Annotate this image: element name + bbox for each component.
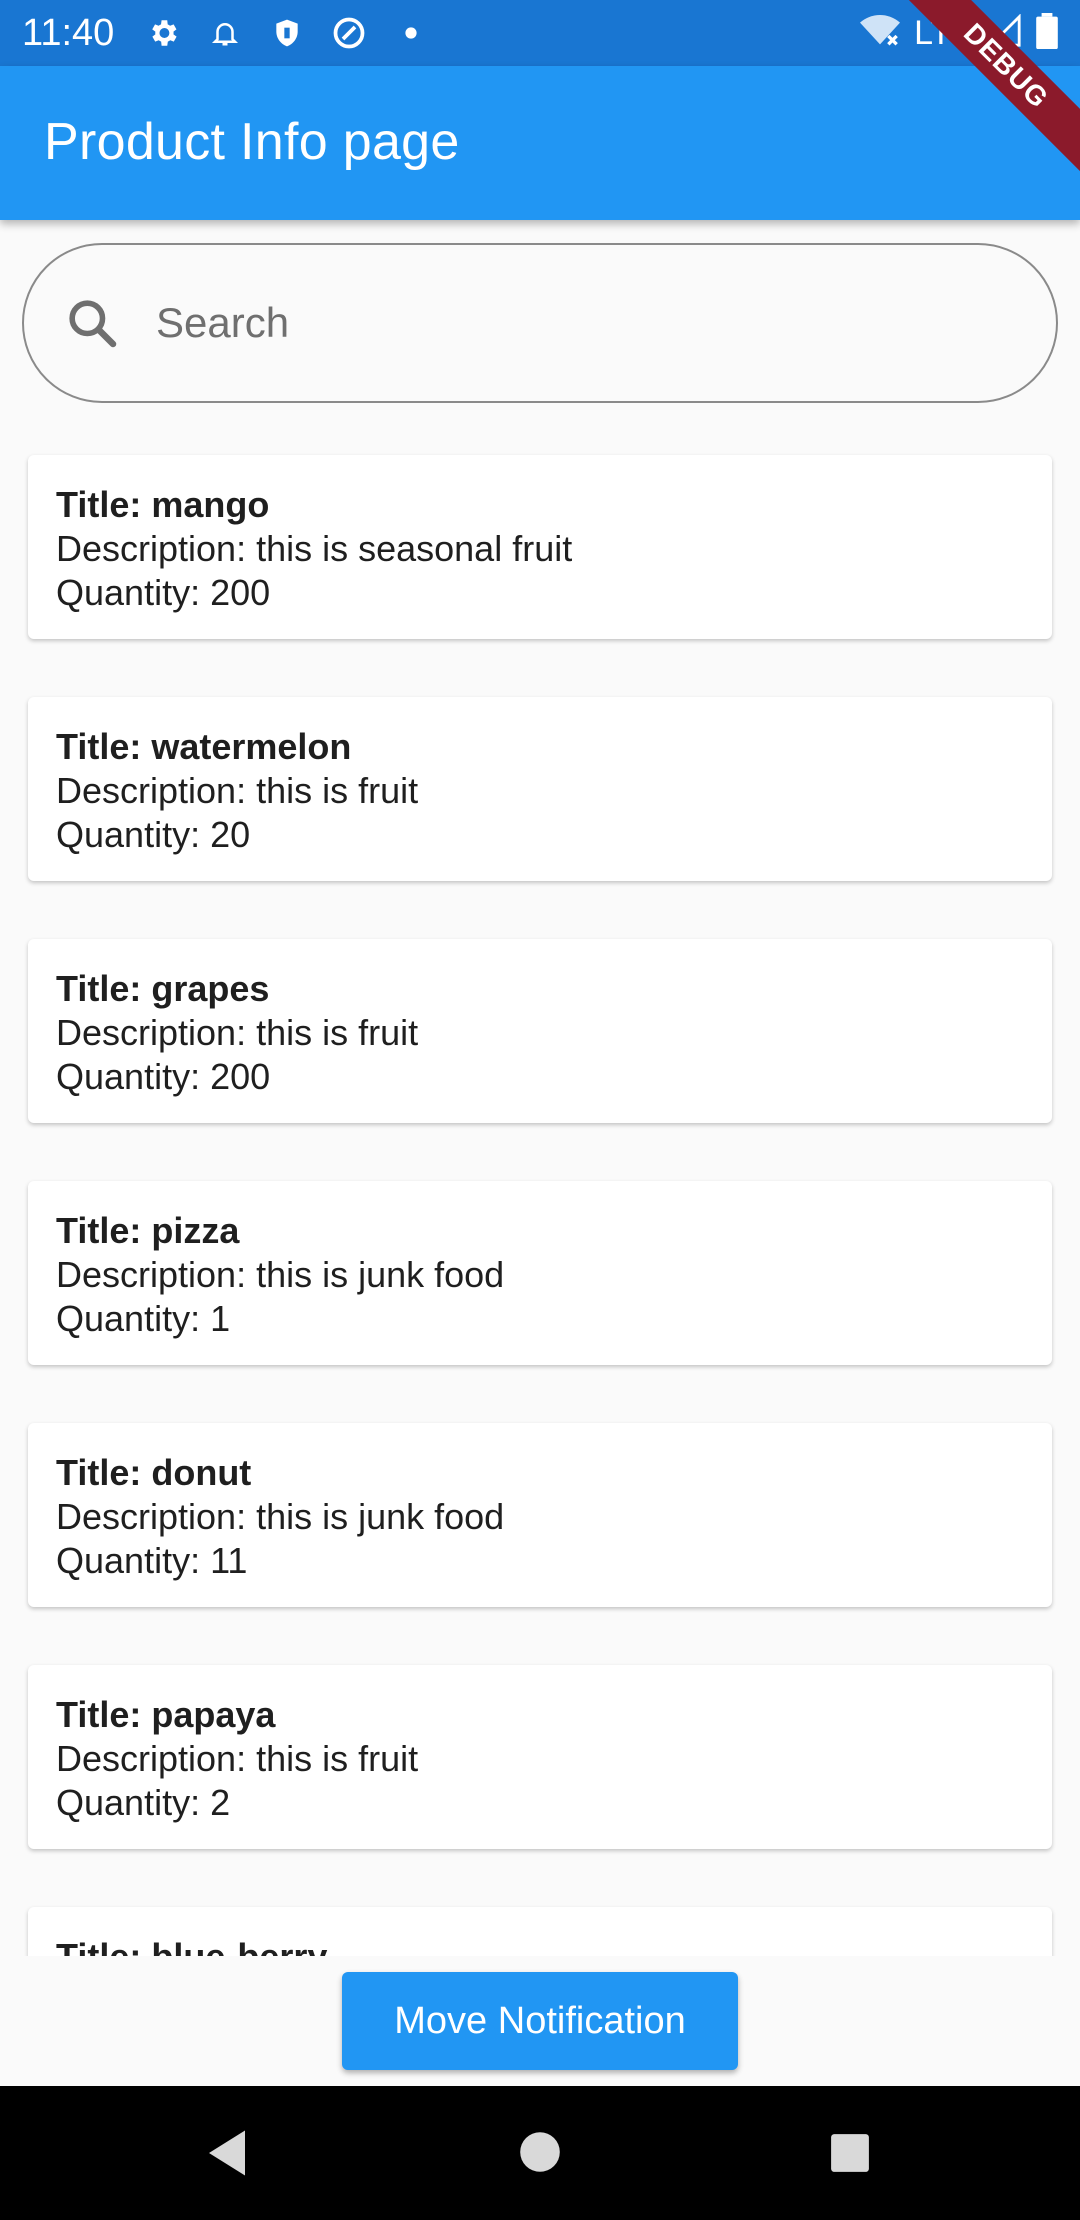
product-title: Title: watermelon	[56, 726, 352, 767]
product-description: Description: this is junk food	[56, 1254, 505, 1295]
product-quantity: Quantity: 20	[56, 814, 251, 855]
product-quantity: Quantity: 2	[56, 1782, 231, 1823]
vpn-icon	[330, 14, 368, 52]
product-quantity: Quantity: 11	[56, 1540, 248, 1581]
product-description: Description: this is fruit	[56, 1738, 419, 1779]
app-bar: Product Info page	[0, 66, 1080, 220]
recent-apps-icon[interactable]	[828, 2132, 872, 2179]
product-description: Description: this is fruit	[56, 770, 419, 811]
product-card[interactable]: Title: papaya Description: this is fruit…	[28, 1665, 1052, 1849]
product-title: Title: blue-berry	[56, 1935, 1024, 1956]
product-card[interactable]: Title: blue-berry	[28, 1907, 1052, 1956]
battery-icon	[1036, 12, 1058, 54]
notification-icon	[206, 14, 244, 52]
back-icon[interactable]	[204, 2126, 250, 2185]
product-title: Title: grapes	[56, 968, 270, 1009]
settings-icon	[144, 14, 182, 52]
product-card[interactable]: Title: mango Description: this is season…	[28, 455, 1052, 639]
product-quantity: Quantity: 200	[56, 572, 271, 613]
search-icon	[62, 293, 122, 353]
product-title: Title: mango	[56, 484, 270, 525]
product-card[interactable]: Title: donut Description: this is junk f…	[28, 1423, 1052, 1607]
product-card[interactable]: Title: pizza Description: this is junk f…	[28, 1181, 1052, 1365]
product-description: Description: this is seasonal fruit	[56, 528, 573, 569]
product-description: Description: this is fruit	[56, 1012, 419, 1053]
product-quantity: Quantity: 200	[56, 1056, 271, 1097]
wifi-icon	[860, 14, 901, 53]
page-title: Product Info page	[44, 113, 460, 171]
system-nav-bar	[0, 2086, 1080, 2220]
home-icon[interactable]	[518, 2130, 562, 2179]
product-card[interactable]: Title: watermelon Description: this is f…	[28, 697, 1052, 881]
move-notification-button[interactable]: Move Notification	[342, 1972, 738, 2070]
product-description: Description: this is junk food	[56, 1496, 505, 1537]
product-title: Title: pizza	[56, 1210, 240, 1251]
shield-icon	[268, 14, 306, 52]
status-time: 11:40	[22, 11, 115, 54]
footer: Move Notification	[0, 1956, 1080, 2086]
search-input[interactable]	[156, 299, 956, 347]
product-card[interactable]: Title: grapes Description: this is fruit…	[28, 939, 1052, 1123]
search-bar[interactable]	[22, 243, 1058, 403]
dot-icon	[392, 14, 430, 52]
product-title: Title: donut	[56, 1452, 252, 1493]
product-quantity: Quantity: 1	[56, 1298, 231, 1339]
product-title: Title: papaya	[56, 1694, 276, 1735]
product-list[interactable]: Title: mango Description: this is season…	[0, 440, 1080, 1956]
